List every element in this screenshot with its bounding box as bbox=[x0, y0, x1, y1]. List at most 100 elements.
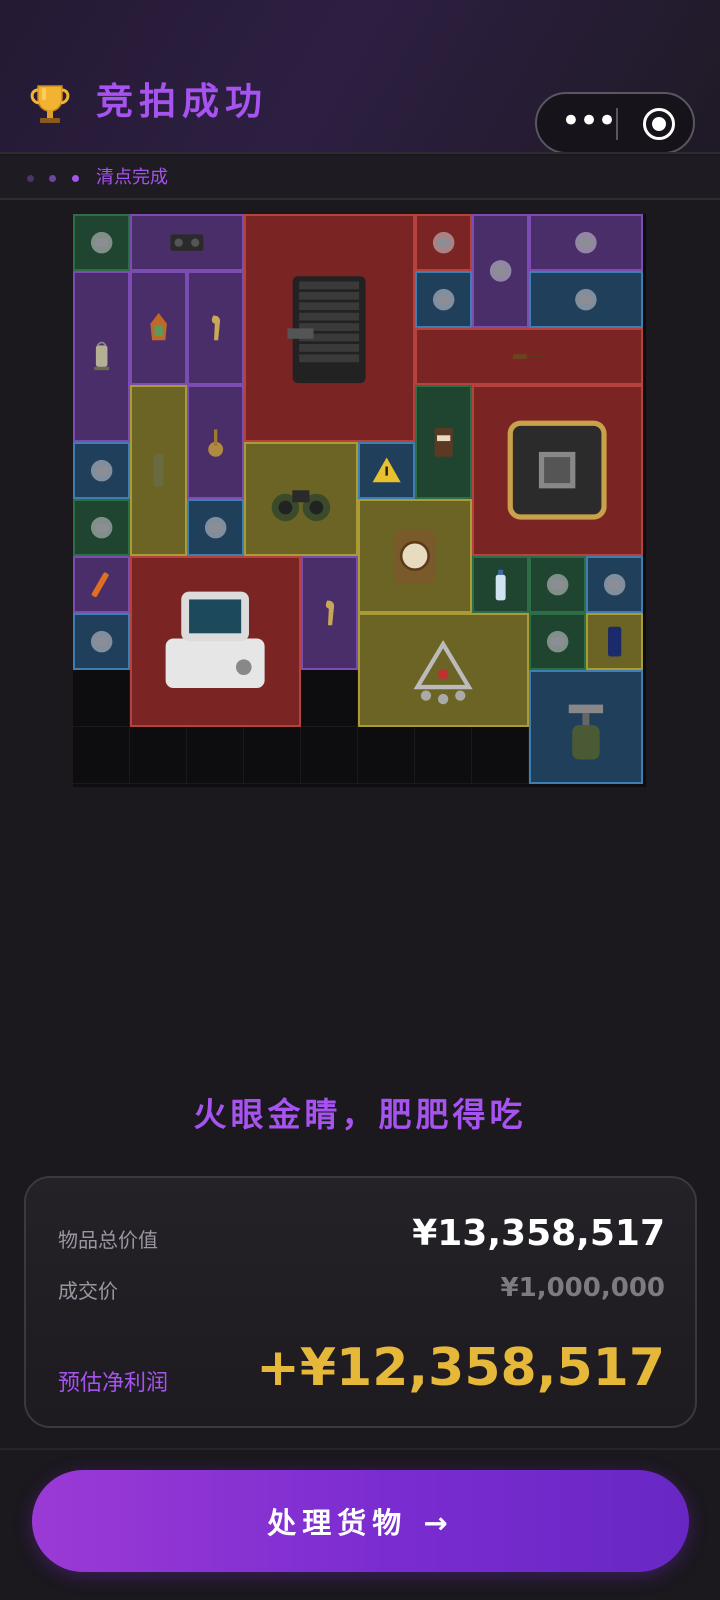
trophy-icon bbox=[30, 85, 70, 123]
grid-cell bbox=[415, 727, 472, 784]
grid-cell bbox=[187, 727, 244, 784]
power-strip-icon bbox=[90, 516, 113, 539]
inventory-item-screwdriver[interactable] bbox=[529, 556, 586, 613]
inventory-item-power-drill[interactable] bbox=[529, 271, 643, 328]
inventory-item-security-camera[interactable] bbox=[73, 442, 130, 499]
blueprint-tube-icon bbox=[153, 453, 164, 488]
screwdriver-icon bbox=[546, 573, 569, 596]
inventory-item-battery-pack[interactable] bbox=[472, 214, 529, 328]
optical-disc-icon bbox=[432, 288, 455, 311]
bottom-divider bbox=[0, 1448, 720, 1450]
profit-value: +¥12,358,517 bbox=[256, 1338, 665, 1398]
deal-price-label: 成交价 bbox=[58, 1279, 118, 1303]
progress-dot-3 bbox=[72, 175, 79, 182]
total-value-label: 物品总价值 bbox=[58, 1228, 158, 1252]
security-camera-icon bbox=[90, 459, 113, 482]
total-value: ¥13,358,517 bbox=[412, 1213, 665, 1254]
grid-cell bbox=[301, 727, 358, 784]
warning-sign-icon bbox=[372, 457, 401, 483]
inventory-item-sound-card[interactable] bbox=[529, 214, 643, 271]
sound-card-icon bbox=[575, 231, 597, 254]
inventory-item-camp-stove[interactable] bbox=[529, 670, 643, 784]
boombox-icon bbox=[170, 234, 204, 251]
flare-icon bbox=[91, 572, 109, 597]
mini-program-capsule: ••• bbox=[535, 92, 695, 154]
grid-cell bbox=[244, 727, 301, 784]
profit-label: 预估净利润 bbox=[58, 1371, 169, 1396]
power-drill-icon bbox=[575, 288, 597, 311]
grid-cell bbox=[73, 727, 130, 784]
target-close-icon[interactable] bbox=[643, 108, 675, 140]
inventory-item-warning-sign[interactable] bbox=[358, 442, 415, 499]
progress-dot-1 bbox=[27, 175, 34, 182]
inventory-item-pendant[interactable] bbox=[358, 613, 529, 727]
battery-pack-icon bbox=[489, 260, 512, 282]
ssd-drive-icon bbox=[546, 630, 569, 653]
deal-price-value: ¥1,000,000 bbox=[500, 1273, 665, 1303]
hookah-icon bbox=[208, 429, 223, 457]
inventory-item-golden-statuette[interactable] bbox=[301, 556, 358, 670]
gpu-chip-icon bbox=[508, 421, 607, 520]
slogan-text: 火眼金睛，肥肥得吃 bbox=[193, 1095, 527, 1134]
capsule-divider bbox=[616, 108, 618, 140]
grid-cell bbox=[73, 670, 130, 727]
lantern-icon bbox=[94, 342, 109, 371]
inventory-item-smartphone[interactable] bbox=[586, 613, 643, 670]
ammo-tin-icon bbox=[90, 630, 113, 653]
inventory-item-medical-monitor[interactable] bbox=[130, 556, 301, 727]
inventory-item-ammo-tin[interactable] bbox=[73, 613, 130, 670]
sensor-module-icon bbox=[432, 231, 455, 254]
golden-statuette-icon bbox=[325, 600, 334, 626]
progress-dot-2 bbox=[49, 175, 56, 182]
coffee-bag-icon bbox=[434, 427, 453, 457]
inventory-item-gpu-chip[interactable] bbox=[472, 385, 643, 556]
inventory-item-golden-statuette[interactable] bbox=[187, 271, 244, 385]
medical-monitor-icon bbox=[166, 592, 265, 689]
status-text: 清点完成 bbox=[96, 167, 168, 188]
page-title: 竞拍成功 bbox=[96, 80, 268, 123]
grid-cell bbox=[130, 727, 187, 784]
grid-cell bbox=[301, 670, 358, 727]
inventory-item-power-strip[interactable] bbox=[73, 499, 130, 556]
status-divider bbox=[0, 198, 720, 200]
summary-card: 物品总价值 ¥13,358,517 成交价 ¥1,000,000 预估净利润 +… bbox=[24, 1176, 697, 1428]
inventory-item-sensor-module[interactable] bbox=[415, 214, 472, 271]
inventory-item-ornate-lantern[interactable] bbox=[130, 271, 187, 385]
header: 竞拍成功 ••• bbox=[0, 0, 720, 154]
caliper-icon bbox=[603, 573, 626, 596]
binoculars-icon bbox=[271, 490, 331, 522]
pendant-icon bbox=[413, 640, 474, 705]
hard-drive-icon bbox=[90, 231, 113, 254]
inventory-item-optical-disc[interactable] bbox=[415, 271, 472, 328]
inventory-item-coffee-bag[interactable] bbox=[415, 385, 472, 499]
inventory-item-flare[interactable] bbox=[73, 556, 130, 613]
grid-cell bbox=[358, 727, 415, 784]
camp-stove-icon bbox=[568, 704, 604, 760]
inventory-item-ssd-drive[interactable] bbox=[529, 613, 586, 670]
header-divider bbox=[0, 152, 720, 154]
inventory-item-server-rack[interactable] bbox=[244, 214, 415, 442]
inventory-item-binoculars[interactable] bbox=[244, 442, 358, 556]
more-dots-icon[interactable]: ••• bbox=[557, 94, 619, 152]
inventory-item-blueprint-tube[interactable] bbox=[130, 385, 187, 556]
inventory-item-hard-drive[interactable] bbox=[73, 214, 130, 271]
grid-cell bbox=[472, 727, 529, 784]
process-goods-button[interactable]: 处理货物 → bbox=[32, 1470, 689, 1572]
inventory-item-capacitor-box[interactable] bbox=[187, 499, 244, 556]
water-bottle-icon bbox=[495, 569, 506, 601]
ornate-lantern-icon bbox=[150, 313, 167, 341]
inventory-item-water-bottle[interactable] bbox=[472, 556, 529, 613]
capacitor-box-icon bbox=[204, 516, 227, 539]
inventory-grid bbox=[73, 214, 646, 787]
inventory-item-caliper[interactable] bbox=[586, 556, 643, 613]
inventory-item-musket[interactable] bbox=[415, 328, 643, 385]
mantel-clock-icon bbox=[394, 530, 436, 584]
golden-statuette-icon bbox=[211, 315, 220, 341]
inventory-item-hookah[interactable] bbox=[187, 385, 244, 499]
inventory-item-mantel-clock[interactable] bbox=[358, 499, 472, 613]
inventory-item-boombox[interactable] bbox=[130, 214, 244, 271]
server-rack-icon bbox=[287, 275, 366, 383]
inventory-item-lantern[interactable] bbox=[73, 271, 130, 442]
musket-icon bbox=[512, 354, 546, 359]
smartphone-icon bbox=[607, 626, 622, 657]
